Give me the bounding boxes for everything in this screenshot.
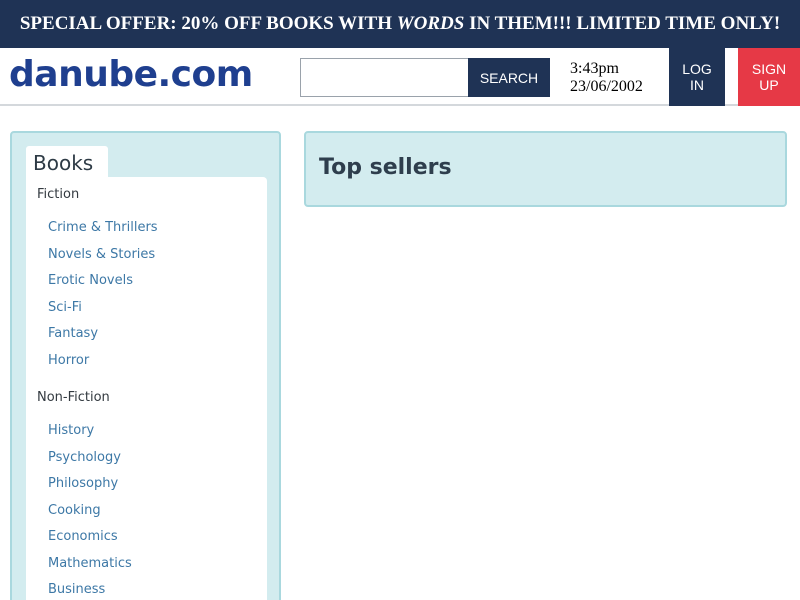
promo-text-after: IN THEM!!! LIMITED TIME ONLY! — [464, 13, 781, 34]
category-sidebar: Books Fiction Crime & Thrillers Novels &… — [10, 131, 281, 600]
category-link-economics[interactable]: Economics — [48, 529, 118, 544]
tab-books[interactable]: Books — [26, 146, 108, 180]
promo-text-emphasis: WORDS — [396, 13, 465, 34]
datetime-display: 3:43pm 23/06/2002 — [570, 60, 643, 96]
signup-button[interactable]: SIGN UP — [738, 48, 800, 106]
date-text: 23/06/2002 — [570, 78, 643, 95]
category-link-business[interactable]: Business — [48, 582, 105, 597]
category-link-cooking[interactable]: Cooking — [48, 503, 101, 518]
login-button[interactable]: LOG IN — [669, 48, 725, 106]
time-text: 3:43pm — [570, 60, 619, 77]
signup-label-line2: UP — [759, 77, 779, 93]
category-link-mathematics[interactable]: Mathematics — [48, 556, 132, 571]
category-link-history[interactable]: History — [48, 423, 94, 438]
search-input[interactable] — [300, 58, 470, 97]
category-link-psychology[interactable]: Psychology — [48, 450, 121, 465]
category-link-erotic-novels[interactable]: Erotic Novels — [48, 273, 133, 288]
category-panel: Fiction Crime & Thrillers Novels & Stori… — [26, 177, 267, 600]
category-heading-fiction: Fiction — [37, 187, 80, 202]
site-logo[interactable]: danube.com — [9, 54, 253, 95]
promo-banner: SPECIAL OFFER: 20% OFF BOOKS WITH WORDS … — [0, 0, 800, 48]
category-link-crime-thrillers[interactable]: Crime & Thrillers — [48, 220, 158, 235]
category-link-novels-stories[interactable]: Novels & Stories — [48, 247, 155, 262]
category-link-sci-fi[interactable]: Sci-Fi — [48, 300, 82, 315]
page-title: Top sellers — [319, 155, 452, 180]
signup-label-line1: SIGN — [751, 61, 787, 77]
login-label-line2: IN — [690, 77, 704, 93]
category-link-philosophy[interactable]: Philosophy — [48, 476, 118, 491]
login-label-line1: LOG — [682, 61, 712, 77]
category-heading-nonfiction: Non-Fiction — [37, 390, 110, 405]
promo-text-before: SPECIAL OFFER: 20% OFF BOOKS WITH — [19, 13, 397, 34]
site-header: danube.com SEARCH 3:43pm 23/06/2002 LOG … — [0, 48, 800, 106]
category-link-horror[interactable]: Horror — [48, 353, 89, 368]
search-button[interactable]: SEARCH — [468, 58, 550, 97]
category-link-fantasy[interactable]: Fantasy — [48, 326, 98, 341]
top-sellers-panel: Top sellers — [304, 131, 787, 207]
